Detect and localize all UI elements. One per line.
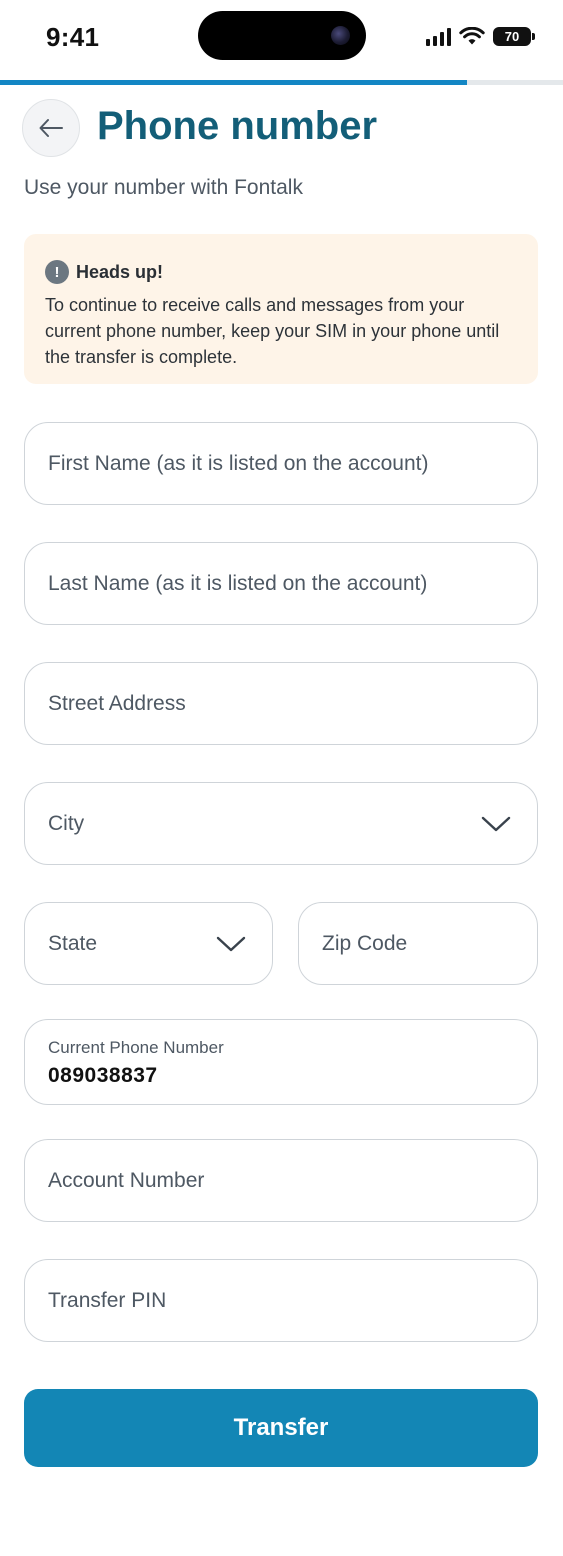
battery-icon: 70 — [493, 27, 535, 46]
progress-bar-fill — [0, 80, 468, 85]
zip-code-field[interactable]: Zip Code — [298, 902, 538, 985]
exclamation-circle-icon: ! — [45, 260, 69, 284]
street-address-field[interactable]: Street Address — [24, 662, 538, 745]
wifi-icon — [459, 27, 485, 45]
first-name-placeholder: First Name (as it is listed on the accou… — [48, 451, 429, 475]
last-name-placeholder: Last Name (as it is listed on the accoun… — [48, 571, 428, 595]
account-number-field[interactable]: Account Number — [24, 1139, 538, 1222]
zip-code-placeholder: Zip Code — [322, 931, 408, 955]
heads-up-alert: ! Heads up! To continue to receive calls… — [24, 234, 538, 384]
chevron-down-icon — [481, 816, 511, 831]
transfer-pin-placeholder: Transfer PIN — [48, 1288, 167, 1312]
arrow-left-icon — [39, 119, 63, 137]
last-name-field[interactable]: Last Name (as it is listed on the accoun… — [24, 542, 538, 625]
status-bar: 9:41 70 — [0, 0, 563, 78]
progress-bar — [0, 80, 563, 85]
status-time: 9:41 — [46, 22, 100, 52]
transfer-pin-field[interactable]: Transfer PIN — [24, 1259, 538, 1342]
chevron-down-icon — [216, 936, 246, 951]
alert-title: Heads up! — [76, 261, 164, 282]
current-phone-number-field[interactable]: Current Phone Number 089038837 — [24, 1019, 538, 1105]
city-placeholder: City — [48, 811, 85, 835]
transfer-button[interactable]: Transfer — [24, 1389, 538, 1467]
battery-level: 70 — [493, 27, 531, 46]
page-title: Phone number — [97, 104, 378, 148]
city-select[interactable]: City — [24, 782, 538, 865]
status-icons: 70 — [426, 27, 535, 46]
first-name-field[interactable]: First Name (as it is listed on the accou… — [24, 422, 538, 505]
current-phone-number-label: Current Phone Number — [48, 1038, 224, 1057]
cellular-signal-icon — [426, 27, 451, 46]
state-placeholder: State — [48, 931, 98, 955]
state-select[interactable]: State — [24, 902, 273, 985]
dynamic-island — [198, 11, 366, 60]
page-subtitle: Use your number with Fontalk — [24, 176, 303, 199]
current-phone-number-value: 089038837 — [48, 1064, 158, 1087]
account-number-placeholder: Account Number — [48, 1168, 205, 1192]
alert-header: ! Heads up! — [45, 260, 518, 284]
back-button[interactable] — [22, 99, 80, 157]
camera-icon — [331, 26, 350, 45]
alert-message: To continue to receive calls and message… — [45, 295, 500, 367]
street-address-placeholder: Street Address — [48, 691, 186, 715]
